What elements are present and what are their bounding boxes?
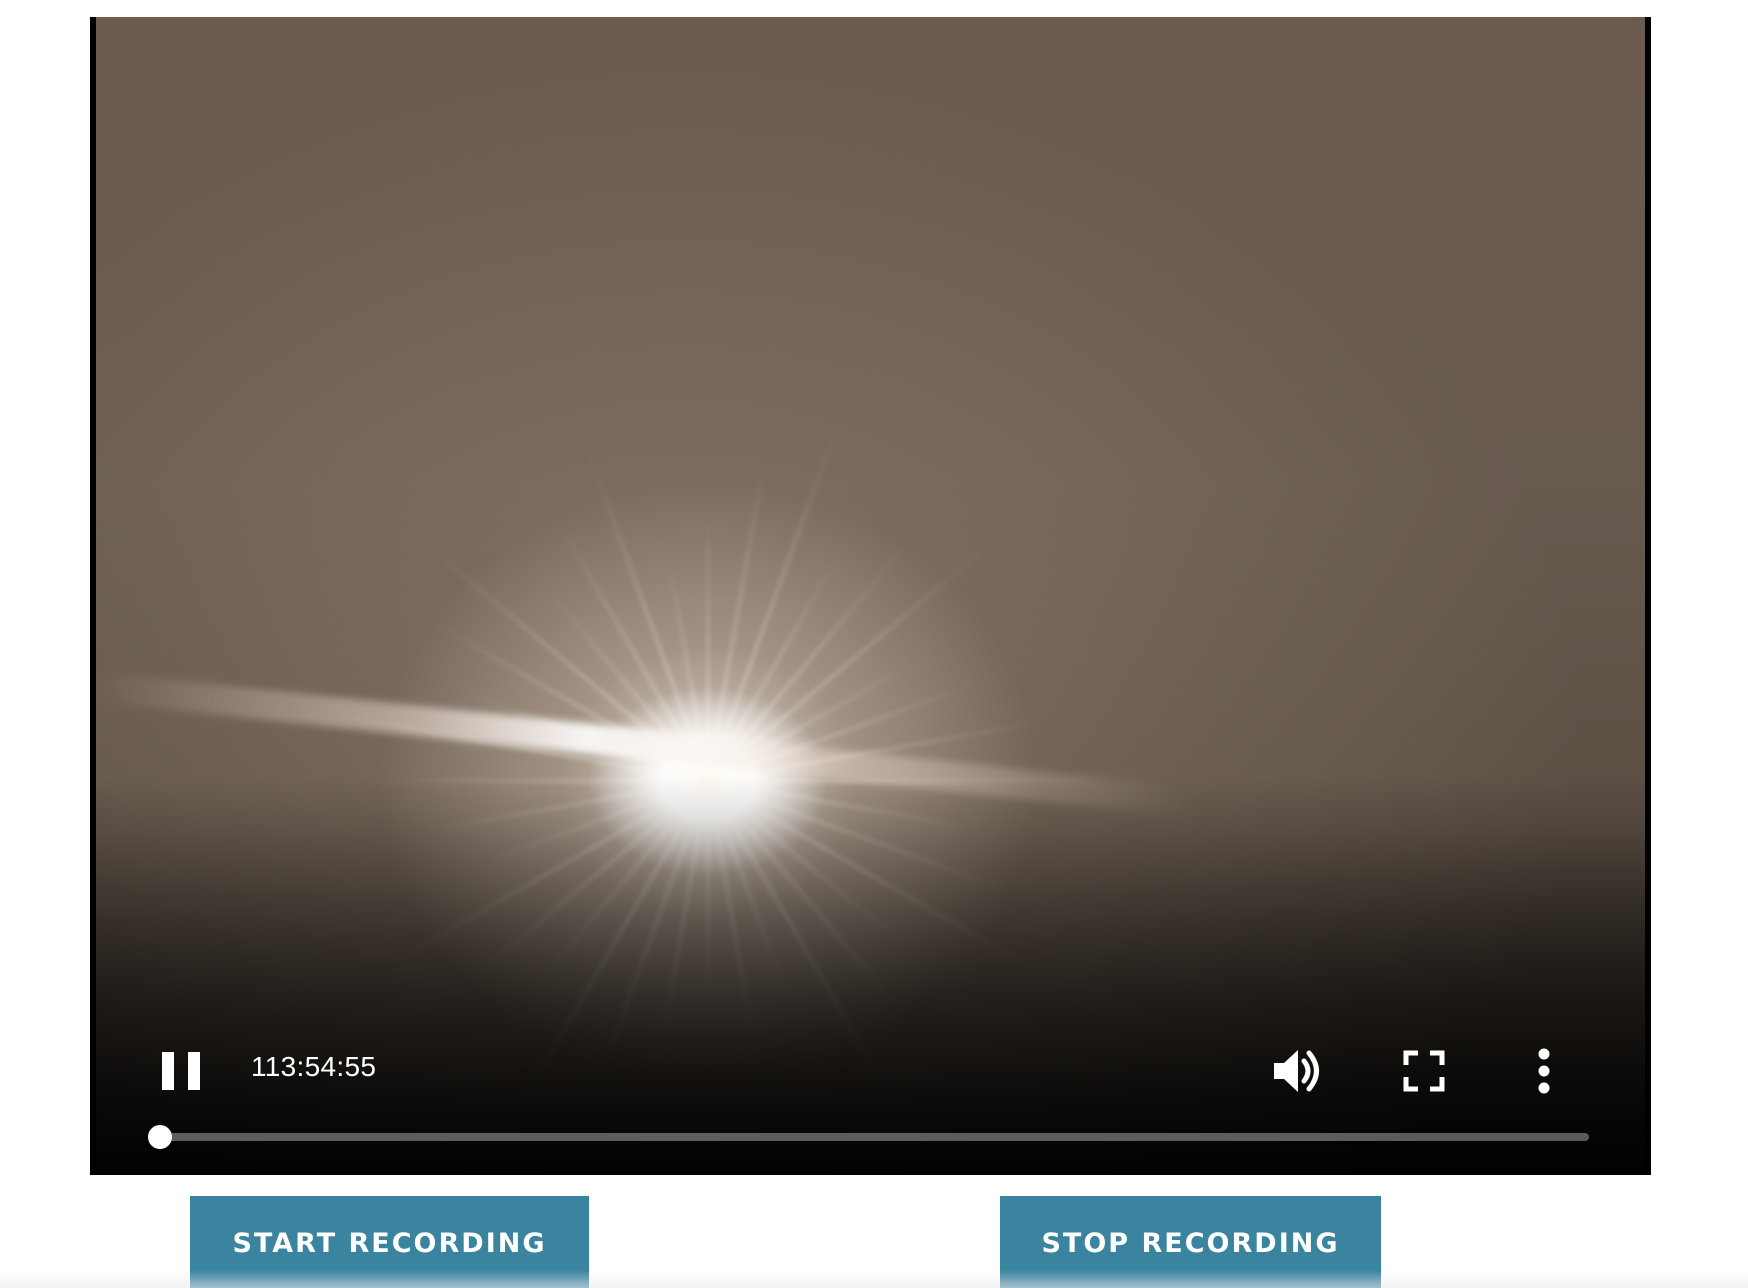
pause-icon: [162, 1052, 174, 1090]
fullscreen-button[interactable]: [1396, 1043, 1452, 1099]
page: 113:54:55 START RECORDING STOP RECORDING: [0, 0, 1748, 1288]
current-time: 113:54:55: [251, 1051, 377, 1082]
controls-overlay: [90, 775, 1651, 1175]
light-ray: [706, 507, 710, 781]
fullscreen-icon: [1403, 1050, 1445, 1092]
start-recording-button[interactable]: START RECORDING: [190, 1196, 589, 1288]
pause-icon-bar: [188, 1052, 200, 1090]
more-vertical-icon: [1538, 1048, 1550, 1094]
volume-icon: [1274, 1050, 1319, 1092]
seek-bar[interactable]: [148, 1125, 1589, 1149]
volume-button[interactable]: [1268, 1041, 1328, 1101]
seek-bar-thumb[interactable]: [148, 1125, 172, 1149]
video-player[interactable]: 113:54:55: [90, 17, 1651, 1175]
stop-recording-button[interactable]: STOP RECORDING: [1000, 1196, 1381, 1288]
more-options-button[interactable]: [1526, 1041, 1562, 1101]
pause-button[interactable]: [160, 1046, 204, 1096]
